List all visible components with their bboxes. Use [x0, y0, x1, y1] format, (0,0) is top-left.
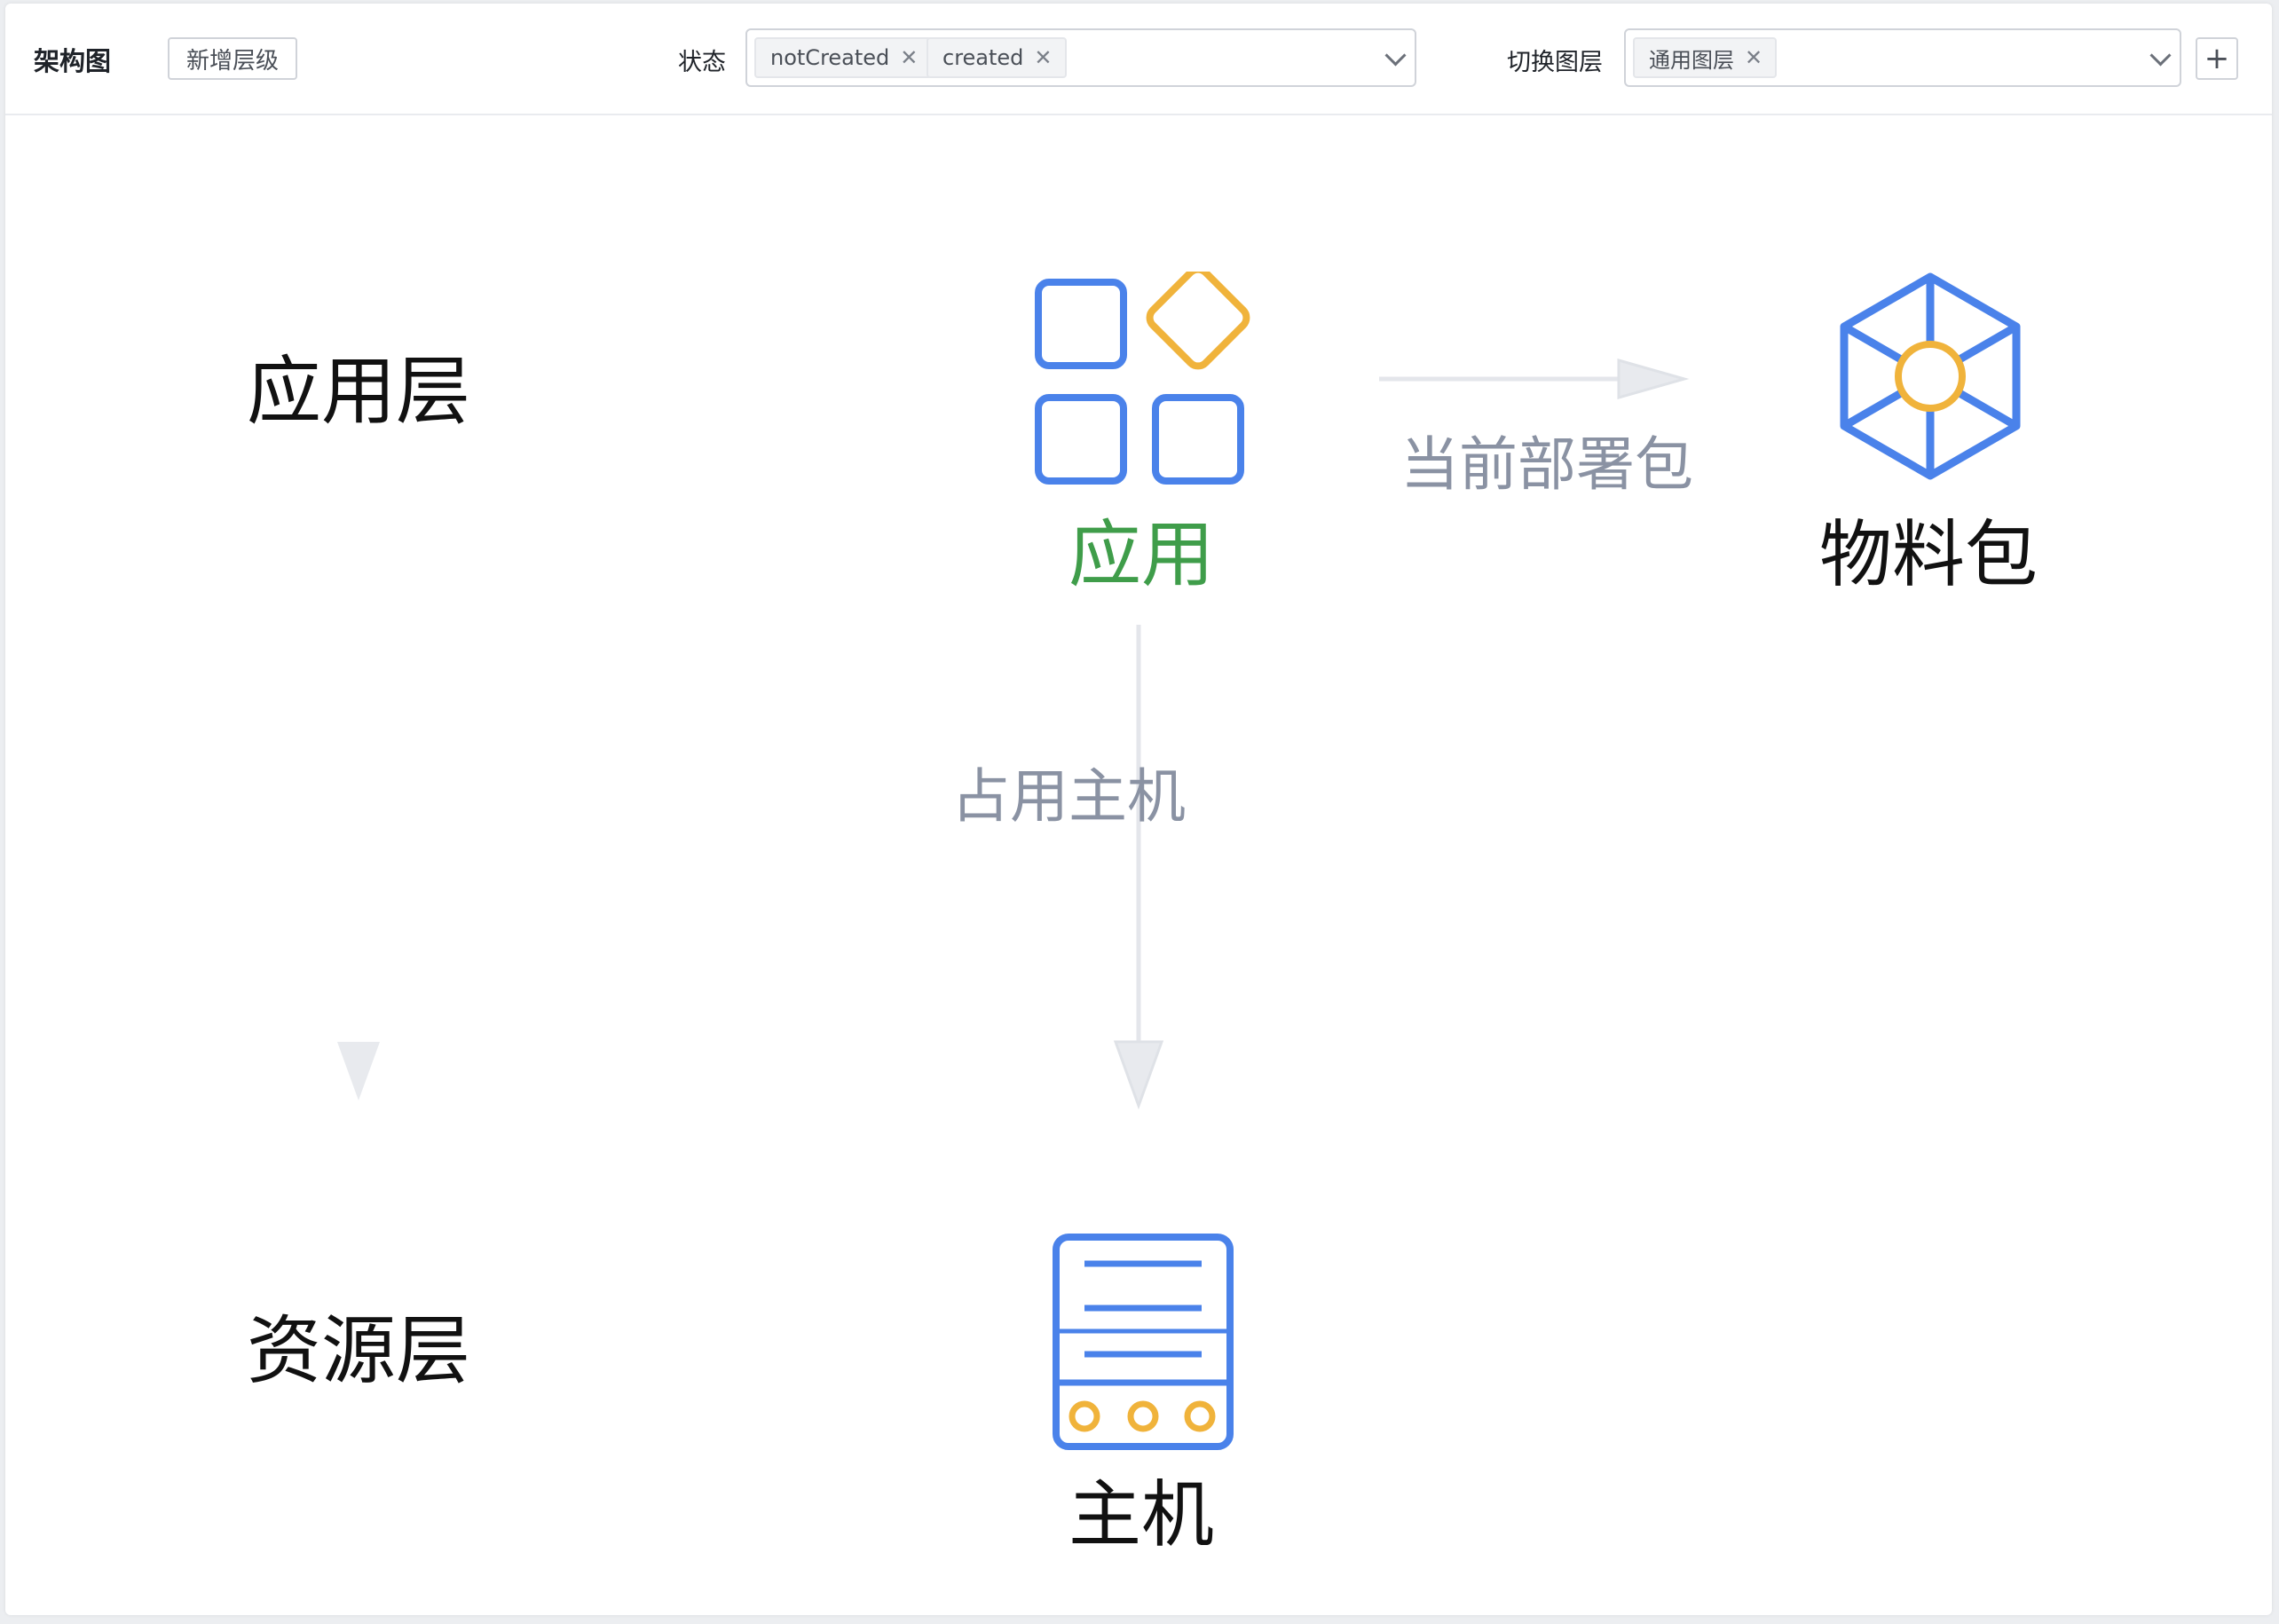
host-icon[interactable] [1049, 1232, 1237, 1454]
status-tag-created: created ✕ [927, 37, 1067, 78]
tag-label: notCreated [770, 45, 890, 70]
edge-app-to-host-arrowhead [1113, 1040, 1164, 1110]
toolbar: 架构图 新增层级 状态 notCreated ✕ created ✕ 切换图层 … [5, 4, 2272, 115]
status-tag-notcreated: notCreated ✕ [754, 37, 933, 78]
page-title: 架构图 [34, 46, 112, 76]
layer-label-application: 应用层 [247, 348, 471, 435]
tag-label: created [942, 45, 1024, 70]
node-label-app: 应用 [1069, 513, 1215, 597]
switch-layer-label: 切换图层 [1507, 49, 1603, 76]
status-select[interactable]: notCreated ✕ created ✕ [745, 28, 1416, 87]
tag-close-icon[interactable]: ✕ [900, 45, 918, 70]
node-label-package: 物料包 [1819, 513, 2038, 597]
app-icon[interactable] [1033, 272, 1255, 493]
architecture-panel: 架构图 新增层级 状态 notCreated ✕ created ✕ 切换图层 … [5, 4, 2272, 1615]
package-icon[interactable] [1830, 270, 2034, 492]
tag-close-icon[interactable]: ✕ [1034, 45, 1052, 70]
edge-app-to-package-arrowhead [1617, 359, 1690, 399]
diagram-canvas: 应用层 资源层 应用 物料包 主机 当前部署包 占用主机 [5, 115, 2272, 1615]
tag-label: 通用图层 [1649, 47, 1734, 73]
add-button[interactable]: + [2196, 37, 2238, 80]
layer-arrowhead [337, 1042, 380, 1100]
tag-close-icon[interactable]: ✕ [1745, 45, 1762, 70]
layer-label-resource: 资源层 [247, 1307, 471, 1394]
layer-tag-general: 通用图层 ✕ [1633, 37, 1778, 78]
edge-label-occupied-host: 占用主机 [951, 762, 1186, 831]
node-label-host: 主机 [1069, 1473, 1215, 1557]
layer-select[interactable]: 通用图层 ✕ [1624, 28, 2181, 87]
chevron-down-icon[interactable] [2149, 44, 2172, 67]
edge-label-current-package: 当前部署包 [1400, 430, 1693, 499]
chevron-down-icon[interactable] [1384, 44, 1407, 67]
status-label: 状态 [678, 49, 726, 76]
add-layer-button[interactable]: 新增层级 [168, 37, 297, 80]
